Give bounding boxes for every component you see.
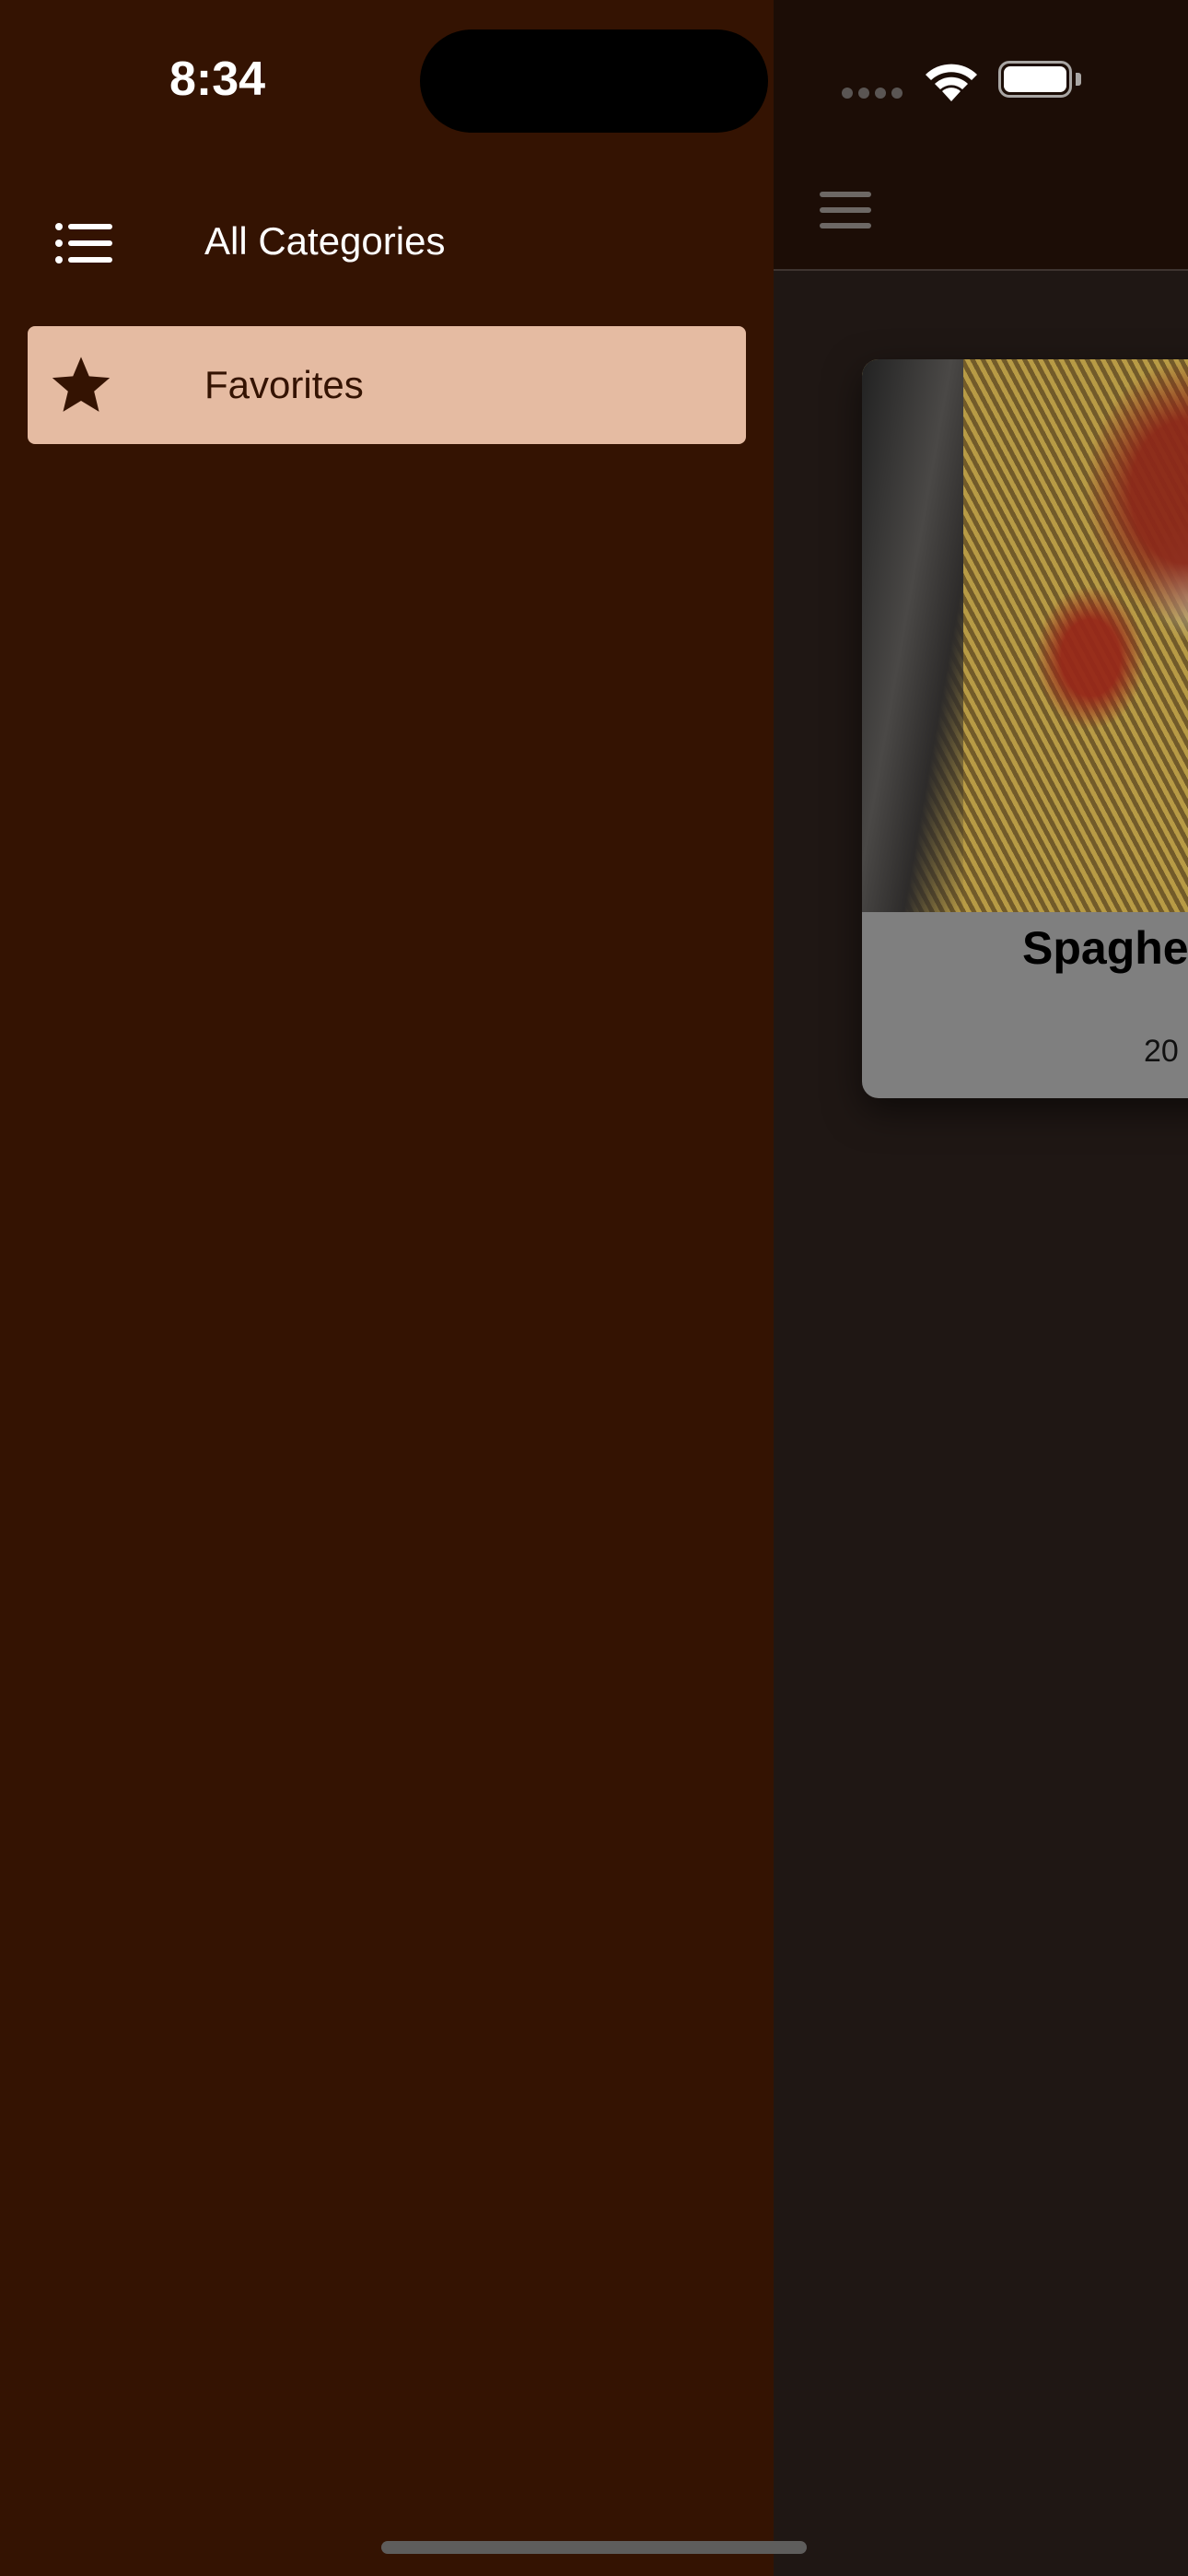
meal-duration: 20 (1144, 1034, 1179, 1069)
drawer-item-label: Favorites (204, 363, 364, 406)
home-indicator[interactable] (381, 2541, 807, 2554)
battery-icon (998, 61, 1083, 100)
hamburger-menu-icon[interactable] (820, 192, 871, 228)
meal-title: Spaghe (1022, 922, 1188, 974)
drawer-title: All Categories (204, 219, 446, 263)
main-header (774, 0, 1188, 271)
status-time: 8:34 (169, 53, 266, 106)
list-icon (55, 223, 112, 263)
meal-card[interactable]: Spaghe 20 (862, 359, 1188, 1098)
drawer-item-favorites[interactable]: Favorites (28, 326, 746, 444)
side-drawer: All Categories Favorites (0, 0, 774, 2576)
dynamic-island (420, 29, 768, 133)
star-icon (52, 357, 111, 412)
meal-image-plate (862, 359, 963, 912)
wifi-icon (926, 64, 977, 101)
cellular-signal-icon (842, 87, 908, 99)
